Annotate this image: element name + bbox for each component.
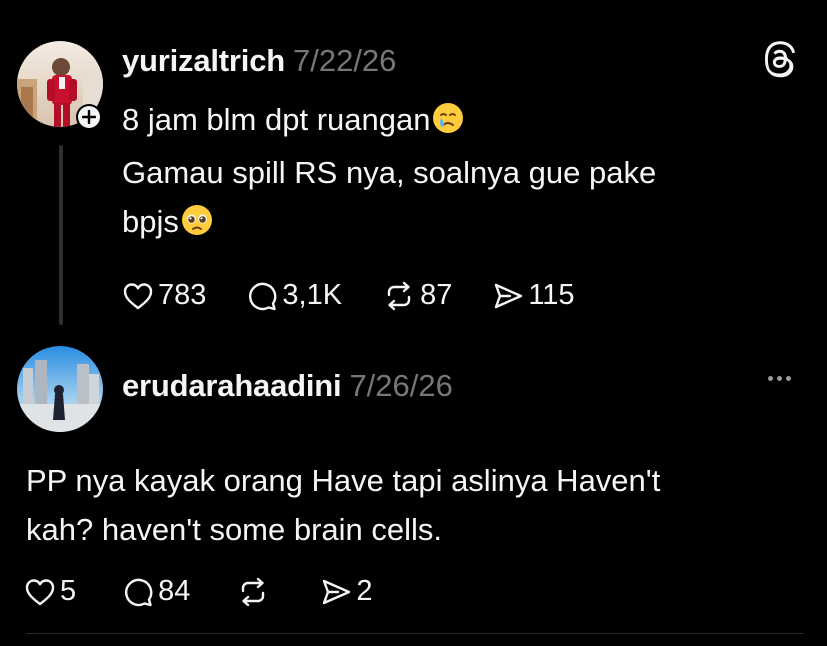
pleading-face-emoji (181, 201, 213, 250)
reply-body: PP nya kayak orang Have tapi aslinya Hav… (26, 456, 806, 554)
post-text-line-1: 8 jam blm dpt ruangan (122, 95, 782, 148)
repost-icon (242, 577, 265, 606)
reply-reply-button[interactable]: 84 (122, 575, 190, 608)
post-reply-button[interactable]: 3,1K (246, 279, 342, 312)
post-actions: 783 3,1K 87 115 (122, 279, 615, 312)
reply-actions: 5 84 2 (24, 575, 413, 608)
reply-like-button[interactable]: 5 (24, 575, 76, 608)
thread-connector-line (59, 145, 63, 325)
post-like-count: 783 (158, 279, 207, 311)
send-icon (495, 283, 523, 308)
reply-reply-count: 84 (158, 575, 191, 607)
reply-repost-button[interactable] (236, 577, 274, 607)
reply-share-button[interactable]: 2 (320, 575, 373, 608)
post-like-button[interactable]: 783 (122, 279, 206, 312)
reply-like-count: 5 (60, 575, 77, 607)
post-body: 8 jam blm dpt ruangan Gamau spill RS nya… (122, 95, 782, 250)
reply-author-avatar[interactable] (17, 346, 103, 432)
threads-logo-icon[interactable] (763, 40, 797, 83)
reply-header: erudarahaadini 7/26/26 (122, 368, 453, 404)
more-dots-icon[interactable] (768, 376, 791, 381)
bottom-divider (26, 633, 804, 634)
plus-icon (78, 106, 100, 128)
post-repost-count: 87 (420, 279, 453, 311)
reply-text-line-1: PP nya kayak orang Have tapi aslinya Hav… (26, 463, 661, 498)
crying-face-emoji (432, 99, 464, 148)
reply-text-line-2: kah? haven't some brain cells. (26, 512, 443, 547)
post-text-line-3: bpjs (122, 197, 782, 250)
heart-icon (25, 578, 55, 605)
post-text-3: bpjs (122, 204, 179, 239)
post-text-line-2: Gamau spill RS nya, soalnya gue pake (122, 155, 657, 190)
post-header: yurizaltrich 7/22/26 (122, 43, 396, 79)
repost-icon (387, 281, 411, 310)
post-share-count: 115 (528, 279, 575, 311)
comment-icon (125, 578, 153, 606)
send-icon (323, 579, 351, 604)
comment-icon (249, 282, 277, 310)
post-share-button[interactable]: 115 (492, 279, 575, 312)
reply-username[interactable]: erudarahaadini (122, 368, 342, 404)
follow-button[interactable] (76, 104, 102, 130)
post-reply-count: 3,1K (282, 279, 343, 311)
reply-date: 7/26/26 (349, 368, 453, 403)
post-date: 7/22/26 (292, 43, 397, 78)
post-repost-button[interactable]: 87 (382, 279, 452, 312)
post-text-1: 8 jam blm dpt ruangan (122, 102, 431, 137)
post-username[interactable]: yurizaltrich (122, 43, 285, 79)
reply-share-count: 2 (356, 575, 373, 607)
heart-icon (123, 282, 153, 309)
